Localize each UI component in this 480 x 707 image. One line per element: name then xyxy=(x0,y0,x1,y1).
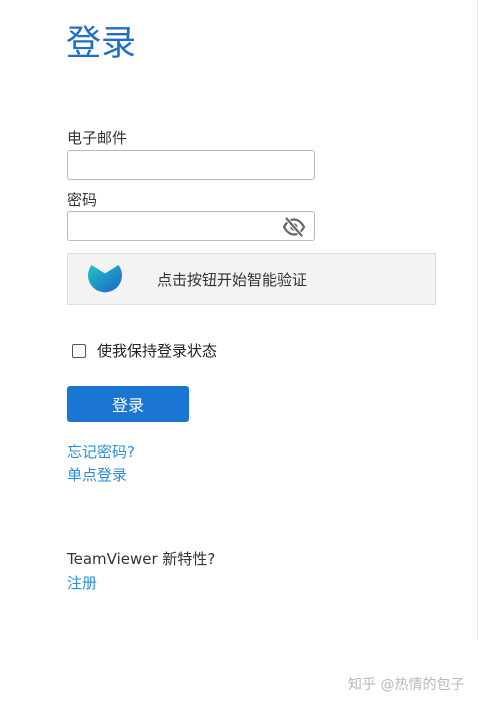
right-divider xyxy=(477,0,478,640)
whats-new-text: TeamViewer 新特性? xyxy=(67,550,216,568)
email-label: 电子邮件 xyxy=(67,129,128,147)
register-link[interactable]: 注册 xyxy=(67,573,97,593)
login-button[interactable]: 登录 xyxy=(67,386,189,422)
password-label: 密码 xyxy=(67,191,98,209)
smart-captcha-button[interactable]: 点击按钮开始智能验证 xyxy=(67,253,436,305)
smart-verify-logo-icon xyxy=(88,265,122,293)
watermark: 知乎 @热情的包子 xyxy=(348,677,465,693)
captcha-label: 点击按钮开始智能验证 xyxy=(157,271,308,289)
page-title: 登录 xyxy=(66,24,137,64)
email-field[interactable] xyxy=(67,150,315,180)
forgot-password-link[interactable]: 忘记密码? xyxy=(67,442,135,462)
password-field[interactable] xyxy=(67,211,315,241)
remember-me-label: 使我保持登录状态 xyxy=(97,342,218,360)
sso-login-link[interactable]: 单点登录 xyxy=(67,465,127,485)
eye-off-icon[interactable] xyxy=(282,216,306,238)
remember-me-option[interactable]: 使我保持登录状态 xyxy=(72,340,217,362)
remember-me-checkbox[interactable] xyxy=(72,344,86,358)
